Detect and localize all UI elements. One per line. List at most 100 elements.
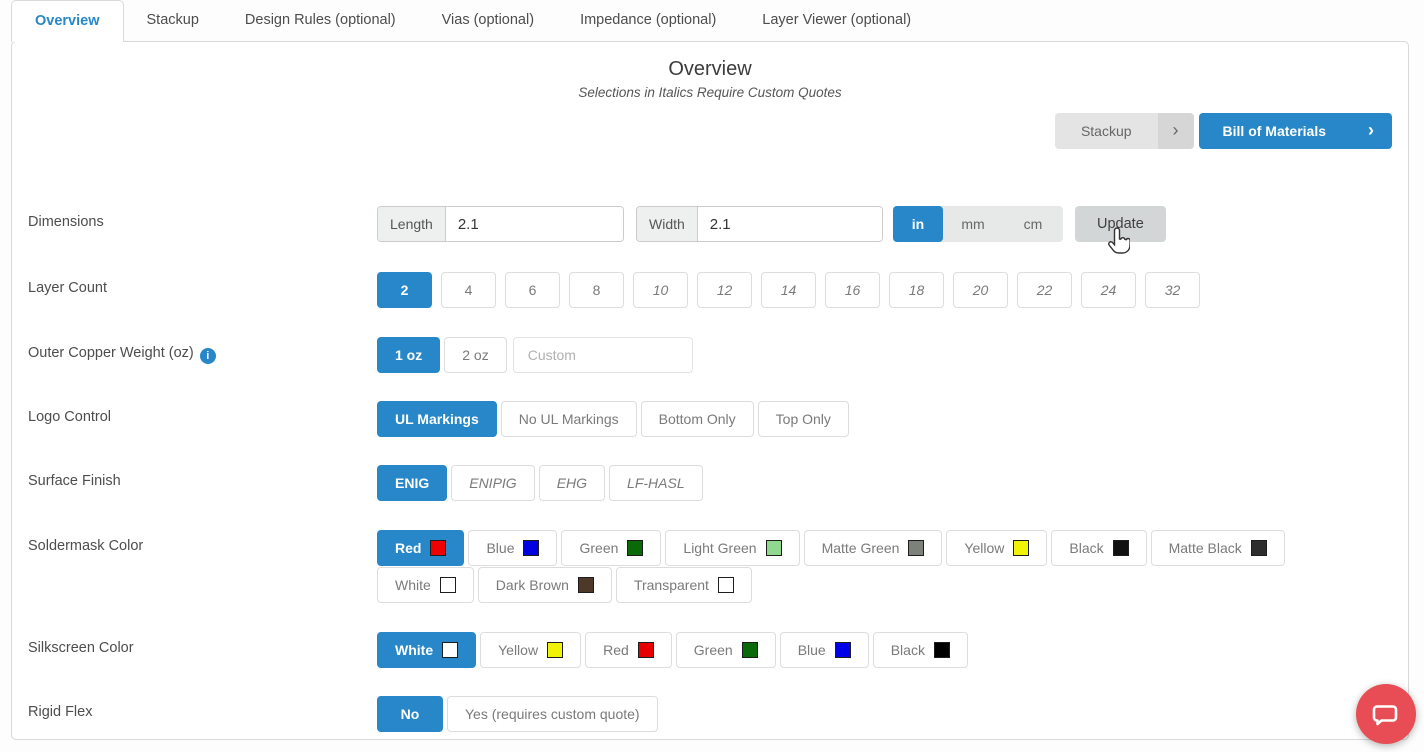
layer-option-12[interactable]: 12 [697,272,752,308]
layer-option-2[interactable]: 2 [377,272,432,308]
silkscreen-green-button[interactable]: Green [676,632,776,668]
soldermask-matte-black-button[interactable]: Matte Black [1151,530,1285,566]
option-label: Black [1069,540,1103,556]
option-label: Green [694,642,733,658]
layer-option-6[interactable]: 6 [505,272,560,308]
width-prefix-label: Width [637,207,698,241]
silkscreen-color-label: Silkscreen Color [12,632,377,656]
length-input[interactable] [446,207,623,241]
option-label: Yellow [498,642,538,658]
tab-layer-viewer[interactable]: Layer Viewer (optional) [739,0,934,41]
copper-2oz-button[interactable]: 2 oz [444,337,506,373]
live-chat-button[interactable] [1356,684,1416,744]
option-label: Dark Brown [496,577,569,593]
finish-lf-hasl-button[interactable]: LF-HASL [609,465,703,501]
rigid-flex-no-button[interactable]: No [377,696,443,732]
layer-option-18[interactable]: 18 [889,272,944,308]
width-input[interactable] [698,207,882,241]
tab-vias[interactable]: Vias (optional) [419,0,557,41]
layer-option-14[interactable]: 14 [761,272,816,308]
chevron-right-icon: › [1158,113,1194,149]
color-swatch [908,540,924,556]
soldermask-black-button[interactable]: Black [1051,530,1146,566]
color-swatch [1251,540,1267,556]
layer-option-16[interactable]: 16 [825,272,880,308]
overview-panel: Overview Selections in Italics Require C… [11,41,1409,740]
logo-ul-markings-button[interactable]: UL Markings [377,401,497,437]
silkscreen-black-button[interactable]: Black [873,632,968,668]
update-button[interactable]: Update [1075,206,1166,242]
surface-finish-row: Surface Finish ENIG ENIPIG EHG LF-HASL [12,465,1408,501]
option-label: Red [395,540,421,556]
finish-enig-button[interactable]: ENIG [377,465,447,501]
layer-option-4[interactable]: 4 [441,272,496,308]
unit-mm[interactable]: mm [943,206,1003,242]
nav-buttons: Stackup › Bill of Materials › [1055,113,1392,149]
color-swatch [523,540,539,556]
page-subtitle: Selections in Italics Require Custom Quo… [12,85,1408,100]
rigid-flex-label: Rigid Flex [12,696,377,720]
color-swatch [742,642,758,658]
soldermask-matte-green-button[interactable]: Matte Green [804,530,943,566]
layer-option-8[interactable]: 8 [569,272,624,308]
soldermask-yellow-button[interactable]: Yellow [946,530,1047,566]
soldermask-dark-brown-button[interactable]: Dark Brown [478,567,612,603]
layer-option-10[interactable]: 10 [633,272,688,308]
width-input-group: Width [636,206,883,242]
silkscreen-blue-button[interactable]: Blue [780,632,869,668]
color-swatch [430,540,446,556]
logo-no-ul-markings-button[interactable]: No UL Markings [501,401,637,437]
option-label: Blue [486,540,514,556]
option-label: Blue [798,642,826,658]
soldermask-light-green-button[interactable]: Light Green [665,530,799,566]
silkscreen-yellow-button[interactable]: Yellow [480,632,581,668]
layer-option-32[interactable]: 32 [1145,272,1200,308]
silkscreen-white-button[interactable]: White [377,632,476,668]
option-label: White [395,642,433,658]
info-icon[interactable]: i [200,348,216,364]
chevron-right-icon: › [1350,113,1392,149]
layer-option-24[interactable]: 24 [1081,272,1136,308]
bill-of-materials-button[interactable]: Bill of Materials › [1199,113,1392,149]
color-swatch [835,642,851,658]
soldermask-red-button[interactable]: Red [377,530,464,566]
copper-1oz-button[interactable]: 1 oz [377,337,440,373]
soldermask-transparent-button[interactable]: Transparent [616,567,752,603]
soldermask-green-button[interactable]: Green [561,530,661,566]
soldermask-white-button[interactable]: White [377,567,474,603]
rigid-flex-row: Rigid Flex No Yes (requires custom quote… [12,696,1408,732]
logo-bottom-only-button[interactable]: Bottom Only [641,401,754,437]
length-input-group: Length [377,206,624,242]
rigid-flex-yes-button[interactable]: Yes (requires custom quote) [447,696,658,732]
layer-option-20[interactable]: 20 [953,272,1008,308]
color-swatch [627,540,643,556]
logo-control-row: Logo Control UL Markings No UL Markings … [12,401,1408,437]
copper-weight-label: Outer Copper Weight (oz) i [12,337,377,364]
soldermask-blue-button[interactable]: Blue [468,530,557,566]
finish-enipig-button[interactable]: ENIPIG [451,465,534,501]
tab-impedance[interactable]: Impedance (optional) [557,0,739,41]
copper-custom-input[interactable] [513,337,693,373]
copper-weight-label-text: Outer Copper Weight (oz) [28,345,194,361]
tab-overview[interactable]: Overview [11,0,124,42]
option-label: White [395,577,431,593]
page-title: Overview [12,58,1408,81]
dimensions-row: Dimensions Length Width in mm cm Update [12,206,1408,242]
option-label: Matte Black [1169,540,1242,556]
unit-in[interactable]: in [893,206,943,242]
silkscreen-red-button[interactable]: Red [585,632,672,668]
tab-design-rules[interactable]: Design Rules (optional) [222,0,419,41]
unit-cm[interactable]: cm [1003,206,1063,242]
tab-stackup[interactable]: Stackup [124,0,222,41]
color-swatch [442,642,458,658]
dimensions-label: Dimensions [12,206,377,230]
soldermask-color-row: Soldermask Color Red Blue Green Light Gr… [12,530,1408,603]
copper-weight-row: Outer Copper Weight (oz) i 1 oz 2 oz [12,337,1408,373]
stackup-button[interactable]: Stackup › [1055,113,1194,149]
layer-option-22[interactable]: 22 [1017,272,1072,308]
finish-ehg-button[interactable]: EHG [539,465,605,501]
chat-bubble-icon [1371,699,1401,729]
color-swatch [718,577,734,593]
color-swatch [578,577,594,593]
logo-top-only-button[interactable]: Top Only [758,401,849,437]
